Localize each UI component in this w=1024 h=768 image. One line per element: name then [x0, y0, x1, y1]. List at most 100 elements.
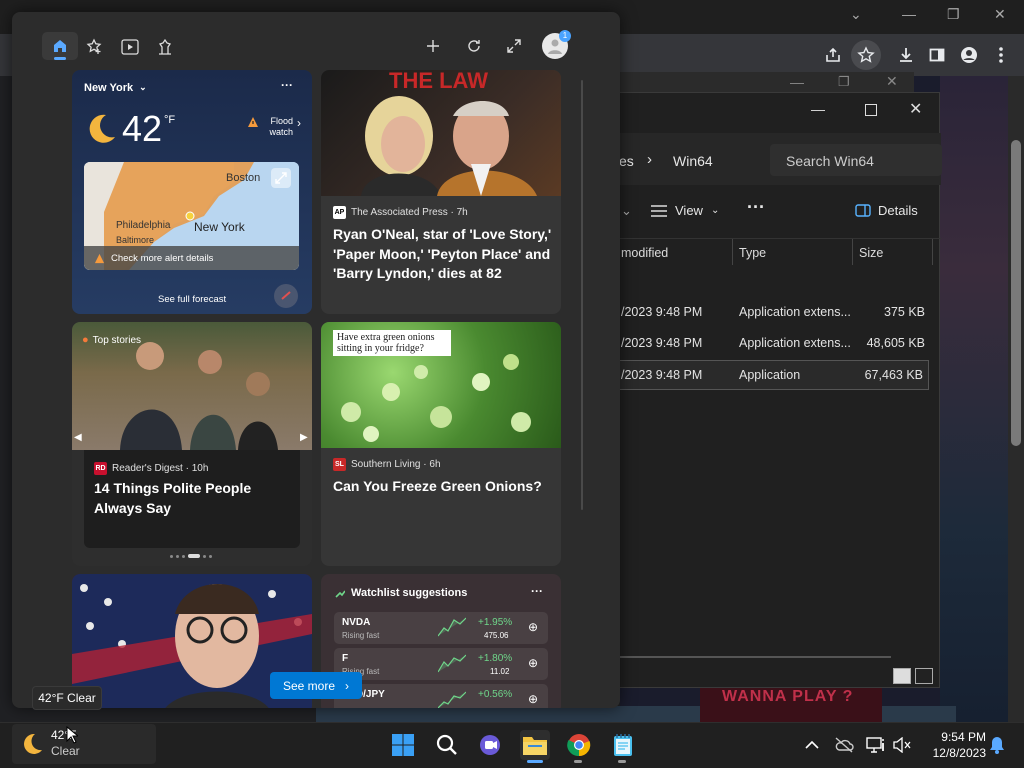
file-type: Application extens...: [739, 305, 851, 319]
watchlist-item[interactable]: USD/JPY +0.56% ⊕: [334, 684, 548, 708]
explorer-close-button[interactable]: ✕: [909, 99, 922, 119]
location-label: New York: [84, 82, 134, 94]
close-button[interactable]: ✕: [994, 6, 1006, 23]
home-tab[interactable]: [42, 32, 78, 60]
download-icon[interactable]: [891, 40, 921, 70]
games-icon[interactable]: [156, 38, 174, 56]
notepad-icon: [614, 734, 632, 756]
onedrive-button[interactable]: [830, 730, 858, 760]
expand-map-icon[interactable]: [271, 168, 291, 188]
news-headline[interactable]: Can You Freeze Green Onions?: [333, 477, 553, 497]
breadcrumb-chevron-icon: ›: [647, 151, 652, 168]
side-panel-icon[interactable]: [922, 40, 952, 70]
mouse-cursor-icon: [66, 726, 78, 744]
explorer-maximize-button[interactable]: [865, 104, 877, 116]
menu-icon[interactable]: [986, 40, 1016, 70]
search-button[interactable]: [432, 730, 462, 760]
refresh-icon[interactable]: [466, 38, 482, 54]
story-panel: RD Reader's Digest · 10h 14 Things Polit…: [84, 450, 300, 548]
start-button[interactable]: [388, 730, 418, 760]
add-widget-icon[interactable]: [426, 39, 440, 53]
map-label: Baltimore: [116, 235, 155, 245]
carousel-dots[interactable]: [170, 554, 212, 558]
add-to-watchlist-icon[interactable]: ⊕: [528, 656, 538, 670]
minimize-button[interactable]: —: [902, 6, 916, 22]
readers-digest-logo-icon: RD: [94, 462, 107, 475]
more-options-icon[interactable]: ···: [531, 584, 543, 598]
panel-scrollbar[interactable]: [581, 80, 583, 510]
clock-button[interactable]: 9:54 PM 12/8/2023: [918, 728, 986, 762]
news-source-label: The Associated Press · 7h: [351, 207, 468, 218]
add-to-watchlist-icon[interactable]: ⊕: [528, 620, 538, 634]
account-avatar[interactable]: 1: [542, 30, 571, 59]
favorites-icon[interactable]: [86, 38, 104, 56]
weather-card[interactable]: New York ⌄ ··· 42 °F Flood watch › Boston…: [72, 70, 312, 314]
breadcrumb-current[interactable]: Win64: [673, 153, 713, 169]
tab-search-button[interactable]: ⌄: [850, 6, 862, 23]
column-header-type[interactable]: Type: [739, 246, 766, 260]
more-options-icon[interactable]: ···: [747, 197, 765, 218]
view-button[interactable]: View ⌄: [651, 203, 719, 218]
running-app-indicator: [574, 760, 582, 763]
details-pane-icon: [855, 204, 871, 217]
news-headline[interactable]: Ryan O'Neal, star of 'Love Story,' 'Pape…: [333, 225, 553, 284]
moon-icon: [24, 733, 42, 754]
news-source-label: Southern Living · 6h: [351, 459, 441, 470]
chevron-right-icon: ›: [345, 678, 350, 693]
column-header-modified[interactable]: modified: [621, 246, 668, 260]
weather-widget-button[interactable]: 42°F Clear: [12, 724, 156, 764]
weather-feedback-icon[interactable]: [274, 284, 298, 308]
news-image: Have extra green onions sitting in your …: [321, 322, 561, 448]
add-to-watchlist-icon[interactable]: ⊕: [528, 692, 538, 706]
watchlist-item[interactable]: NVDA Rising fast +1.95% 475.06 ⊕: [334, 612, 548, 644]
chrome-button[interactable]: [564, 730, 594, 760]
carousel-next-icon[interactable]: ▶: [300, 432, 308, 443]
tiles-view-icon[interactable]: [915, 668, 933, 684]
alert-details-link[interactable]: Check more alert details: [84, 246, 299, 270]
search-input[interactable]: Search Win64: [770, 144, 942, 176]
widgets-panel: 1 New York ⌄ ··· 42 °F Flood watch › Bost…: [12, 12, 620, 708]
bookmark-star-icon[interactable]: [851, 40, 881, 70]
profile-icon[interactable]: [954, 40, 984, 70]
watchlist-item[interactable]: F Rising fast +1.80% 11.02 ⊕: [334, 648, 548, 680]
top-stories-card[interactable]: ● Top stories ◀ ▶ RD Reader's Digest · 1…: [72, 322, 312, 566]
warning-icon: [94, 253, 105, 263]
file-row[interactable]: /2023 9:48 PM Application extens... 48,6…: [601, 328, 931, 358]
notifications-button[interactable]: [984, 730, 1010, 760]
file-row-selected[interactable]: /2023 9:48 PM Application 67,463 KB: [601, 360, 929, 390]
see-full-forecast-link[interactable]: See full forecast: [158, 294, 226, 305]
news-card[interactable]: THE LAW AP The Associated Press · 7h Rya…: [321, 70, 561, 314]
file-explorer-button[interactable]: [520, 730, 550, 760]
restore-button[interactable]: ❐: [947, 6, 960, 23]
chevron-down-icon: ⌄: [710, 205, 720, 216]
details-view-icon[interactable]: [893, 668, 911, 684]
weather-location[interactable]: New York ⌄: [84, 82, 147, 94]
file-size: 375 KB: [883, 305, 925, 319]
flood-watch-alert[interactable]: Flood watch ›: [247, 116, 301, 138]
volume-muted-icon: [893, 737, 911, 753]
volume-button[interactable]: [888, 730, 916, 760]
news-headline[interactable]: 14 Things Polite People Always Say: [94, 479, 294, 518]
breadcrumb-partial[interactable]: es: [619, 153, 634, 169]
column-header-size[interactable]: Size: [859, 246, 883, 260]
show-hidden-icons-button[interactable]: [798, 730, 826, 760]
share-icon[interactable]: [818, 40, 848, 70]
notepad-button[interactable]: [608, 730, 638, 760]
news-card[interactable]: Have extra green onions sitting in your …: [321, 322, 561, 566]
flood-watch-label: Flood watch: [269, 116, 293, 137]
map-label: Boston: [226, 172, 261, 184]
network-button[interactable]: [862, 730, 890, 760]
expand-icon[interactable]: [506, 38, 522, 54]
file-row[interactable]: /2023 9:48 PM Application extens... 375 …: [601, 297, 931, 327]
video-icon[interactable]: [121, 39, 139, 55]
carousel-prev-icon[interactable]: ◀: [74, 432, 82, 443]
meet-chat-button[interactable]: [476, 730, 506, 760]
weather-map[interactable]: Boston Philadelphia New York Baltimore C…: [84, 162, 299, 270]
scrollbar-thumb[interactable]: [1011, 140, 1021, 446]
explorer-minimize-button[interactable]: —: [811, 101, 825, 117]
horizontal-scrollbar[interactable]: [601, 656, 891, 658]
see-more-button[interactable]: See more ›: [270, 672, 362, 699]
more-options-icon[interactable]: ···: [281, 78, 293, 92]
details-pane-button[interactable]: Details: [855, 203, 918, 218]
taskbar-weather-condition: Clear: [51, 744, 80, 758]
